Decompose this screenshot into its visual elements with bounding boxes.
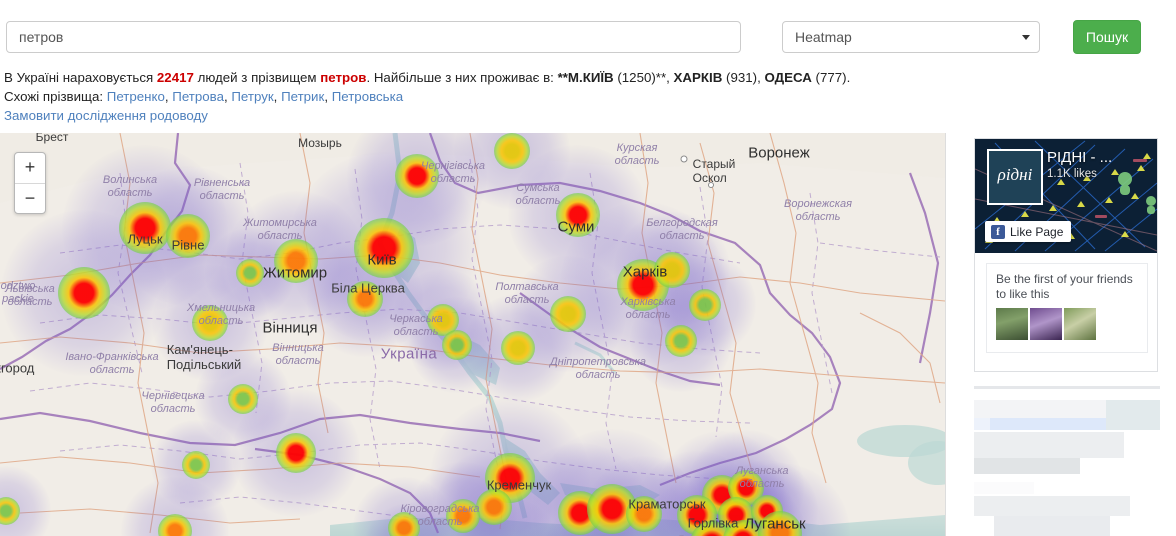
map-mode-select[interactable]: Heatmap [782,21,1040,53]
avatar[interactable] [1064,308,1096,340]
heatmap-map[interactable]: Брест Мозырь Курская область Воронеж Старый Ос… [0,133,946,536]
right-sidebar: ρiдні РІДНІ - ... 1.1K likes f Like Page… [946,133,1176,536]
similar-surname-link[interactable]: Петрик [281,89,324,104]
facebook-logo-icon: f [991,224,1005,239]
summary-prefix: В Україні нараховується [4,70,157,85]
map-label: Дніпропетровська область [550,356,646,381]
map-label: Луцьк [127,231,163,247]
map-label: Вінниця [262,319,318,337]
similar-surname-link[interactable]: Петрук [231,89,273,104]
map-label: Кіровоградська область [400,503,480,528]
map-label: Луганська область [735,465,789,490]
map-label-layer: Брест Мозырь Курская область Воронеж Старый Ос… [0,133,945,536]
surname-search-input[interactable] [6,21,741,53]
search-submit-button[interactable]: Пошук [1073,20,1141,54]
facebook-like-page-button[interactable]: f Like Page [985,221,1072,242]
map-label: Старый Оскол [692,157,736,185]
map-label: Кам'янець- Подільський [166,342,242,372]
map-label: Черкаська область [389,313,443,338]
zoom-in-button[interactable]: + [15,153,45,184]
avatar[interactable] [996,308,1028,340]
map-label: Суми [557,218,595,236]
summary-end: . [846,70,851,85]
map-label: Брест [35,133,69,144]
chevron-down-icon [1022,35,1030,40]
map-label: Україна [380,345,438,363]
map-label: Харківська область [620,296,676,321]
total-count: 22417 [156,70,194,85]
map-label: Воронежская область [784,198,852,223]
map-label: Біла Церква [331,280,405,296]
avatar[interactable] [1030,308,1062,340]
zoom-out-button[interactable]: − [15,184,45,214]
summary-mid2: . Найбільше з них проживає в: [366,70,558,85]
map-label: Горлівка [687,515,739,531]
sep-1: , [666,70,674,85]
map-label: Луганськ [744,515,806,533]
top-city-1: **М.КИЇВ [557,70,614,85]
top-city-1-count-value: (1250)** [617,70,667,85]
top-city-2-count: (931) [726,70,758,85]
summary-sentence: В Україні нараховується 22417 людей з пр… [4,69,964,87]
result-summary: В Україні нараховується 22417 людей з пр… [4,69,964,125]
map-label: odztwo packie [0,280,36,305]
map-label: Івано-Франківська область [65,351,159,376]
similar-surname-separator: , [324,89,332,104]
similar-surnames-line: Схожі прізвища: Петренко, Петрова, Петру… [4,88,964,106]
secondary-widget-placeholder [974,386,1160,536]
map-label: Волинська область [102,174,158,199]
top-city-2: ХАРКІВ [673,70,723,85]
facebook-social-text: Be the first of your friends to like thi… [996,272,1133,301]
map-mode-selected-value: Heatmap [795,29,852,45]
similar-surname-link[interactable]: Петровська [332,89,403,104]
order-genealogy-link[interactable]: Замовити дослідження родоводу [4,108,208,123]
map-label: Львівська область [5,283,55,308]
facebook-page-name[interactable]: РІДНІ - ... [1047,149,1112,166]
map-label: Харків [622,263,668,281]
page-root: Heatmap Пошук В Україні нараховується 22… [0,0,1176,536]
map-label: Курская область [614,142,660,167]
facebook-social-context: Be the first of your friends to like thi… [975,253,1157,371]
facebook-friends-card: Be the first of your friends to like thi… [986,263,1148,353]
similar-surname-separator: , [273,89,282,104]
similar-surname-link[interactable]: Петрова [172,89,224,104]
top-city-3-count: (777) [815,70,847,85]
similar-surname-link[interactable]: Петренко [107,89,165,104]
similar-surnames-list: Петренко, Петрова, Петрук, Петрик, Петро… [107,89,403,104]
map-label: Житомирська область [243,217,317,242]
map-label: Чернігівська область [420,160,486,185]
order-research-line: Замовити дослідження родоводу [4,107,964,125]
top-city-3: ОДЕСА [764,70,812,85]
map-label: Полтавська область [495,281,559,306]
similar-surnames-label: Схожі прізвища: [4,89,107,104]
map-zoom-controls[interactable]: + − [14,152,46,214]
facebook-page-avatar: ρiдні [987,149,1043,205]
facebook-cover-photo: ρiдні РІДНІ - ... 1.1K likes f Like Page [975,139,1157,253]
map-label: Рівненська область [193,177,251,202]
facebook-page-plugin[interactable]: ρiдні РІДНІ - ... 1.1K likes f Like Page… [974,138,1158,372]
map-label: Белгородская область [646,217,718,242]
facebook-like-count: 1.1K likes [1047,168,1097,180]
map-label: Вінницька область [272,342,324,367]
map-label: Київ [367,251,397,269]
facebook-like-page-label: Like Page [1010,224,1064,239]
map-label: Воронеж [748,144,810,162]
map-label: Кременчук [486,477,552,493]
map-label: Чернівецька область [141,390,205,415]
map-label: Сумська область [515,182,561,207]
map-label: Житомир [262,264,328,282]
map-label: ужгород [0,360,35,376]
queried-surname: петров [320,70,367,85]
map-label: Рівне [171,237,205,253]
search-toolbar: Heatmap Пошук [0,0,1176,64]
map-label: Хмельницька область [186,302,256,327]
map-label: Краматорськ [628,496,706,512]
map-label: Мозырь [298,136,342,150]
summary-mid: людей з прізвищем [193,70,321,85]
facebook-friend-avatars [996,308,1096,340]
